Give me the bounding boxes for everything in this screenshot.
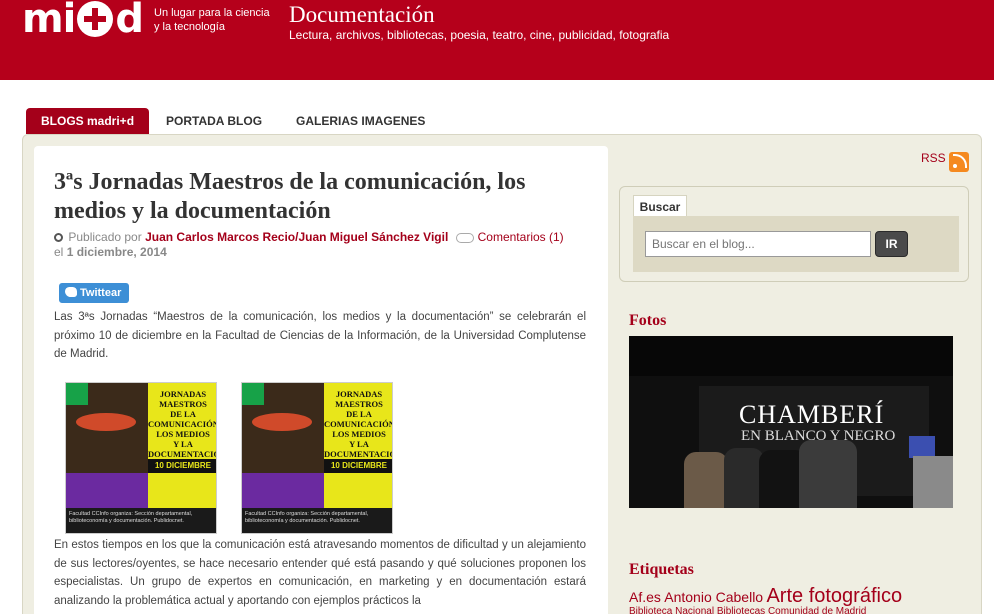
poster-line: MAESTROS — [335, 399, 383, 409]
search-tab: Buscar — [633, 195, 687, 217]
tag-link[interactable]: Af.es — [629, 589, 661, 605]
rss-icon[interactable] — [949, 152, 969, 172]
tagline-line2: y la tecnología — [154, 21, 225, 33]
tag-link[interactable]: Antonio Cabello — [664, 589, 763, 605]
nav-item-portada[interactable]: PORTADA BLOG — [149, 108, 279, 134]
post-meta: Publicado por Juan Carlos Marcos Recio/J… — [54, 230, 594, 260]
poster-text: JORNADAS MAESTROS DE LA COMUNICACIÓN LOS… — [324, 389, 393, 459]
poster-date: 10 DICIEMBRE 2014 — [148, 459, 216, 484]
photo-person — [684, 452, 728, 508]
poster-line: LOS MEDIOS — [332, 429, 386, 439]
date-prefix: el — [54, 245, 64, 259]
etiquetas-heading: Etiquetas — [629, 561, 694, 578]
poster-line: LOS MEDIOS — [156, 429, 210, 439]
logo-plus-icon — [77, 1, 114, 37]
featured-photo[interactable]: CHAMBERÍ EN BLANCO Y NEGRO — [629, 336, 953, 508]
poster-line: JORNADAS — [159, 389, 207, 399]
poster-eye — [252, 413, 312, 431]
twitter-bird-icon — [65, 287, 77, 297]
blog-subtitle: Lectura, archivos, bibliotecas, poesia, … — [289, 28, 670, 42]
poster-green-block — [66, 383, 88, 405]
post-article: 3ªs Jornadas Maestros de la comunicación… — [34, 146, 608, 614]
poster-image-1[interactable]: JORNADAS MAESTROS DE LA COMUNICACIÓN LOS… — [65, 382, 217, 534]
tweet-button[interactable]: Twittear — [59, 283, 129, 303]
tag-cloud-row2[interactable]: Biblioteca Nacional Bibliotecas Comunida… — [629, 606, 866, 614]
poster-line: Y LA — [173, 439, 193, 449]
photo-ceiling — [629, 336, 953, 376]
poster-date: 10 DICIEMBRE 2014 — [324, 459, 392, 484]
nav-item-blogs[interactable]: BLOGS madri+d — [26, 108, 150, 134]
logo-text-right: d — [115, 0, 144, 42]
comments-link[interactable]: Comentarios (1) — [478, 230, 564, 244]
tagline-line1: Un lugar para la ciencia — [154, 7, 270, 19]
author-icon — [54, 233, 63, 242]
poster-eye — [76, 413, 136, 431]
poster-footer: Facultad CCInfo organiza: Sección depart… — [242, 508, 392, 533]
post-title[interactable]: 3ªs Jornadas Maestros de la comunicación… — [54, 168, 594, 226]
tag-link[interactable]: Arte fotográfico — [766, 585, 902, 607]
site-tagline: Un lugar para la ciencia y la tecnología — [154, 6, 284, 34]
published-label: Publicado por — [68, 230, 142, 244]
rss-link[interactable]: RSS — [921, 151, 946, 165]
poster-line: DE LA — [170, 409, 196, 419]
search-submit-button[interactable]: IR — [875, 231, 908, 257]
poster-line: DOCUMENTACIÓN — [148, 449, 216, 459]
photo-person — [724, 448, 764, 508]
poster-footer: Facultad CCInfo organiza: Sección depart… — [66, 508, 216, 533]
tag-cloud: Af.es Antonio Cabello Arte fotográfico — [629, 585, 959, 608]
poster-line: Y LA — [349, 439, 369, 449]
poster-line: COMUNICACIÓN — [324, 419, 393, 429]
fotos-heading: Fotos — [629, 312, 667, 329]
poster-image-2[interactable]: JORNADAS MAESTROS DE LA COMUNICACIÓN LOS… — [241, 382, 393, 534]
post-paragraph-2: En estos tiempos en los que la comunicac… — [54, 539, 586, 607]
site-header: mi d Un lugar para la ciencia y la tecno… — [0, 0, 994, 80]
post-paragraph-1: Las 3ªs Jornadas “Maestros de la comunic… — [54, 311, 586, 360]
main-nav: BLOGS madri+d PORTADA BLOG GALERIAS IMAG… — [26, 108, 442, 134]
poster-green-block — [242, 383, 264, 405]
poster-text: JORNADAS MAESTROS DE LA COMUNICACIÓN LOS… — [148, 389, 217, 459]
tweet-label: Twittear — [80, 287, 122, 299]
search-input[interactable] — [645, 231, 871, 257]
poster-line: DE LA — [346, 409, 372, 419]
post-author-link[interactable]: Juan Carlos Marcos Recio/Juan Miguel Sán… — [145, 230, 448, 244]
poster-line: MAESTROS — [159, 399, 207, 409]
poster-line: COMUNICACIÓN — [148, 419, 217, 429]
poster-line: DOCUMENTACIÓN — [324, 449, 392, 459]
blog-title[interactable]: Documentación — [289, 2, 435, 28]
poster-line: JORNADAS — [335, 389, 383, 399]
photo-building — [913, 456, 953, 508]
comment-icon — [455, 233, 474, 243]
logo-text-left: mi — [22, 0, 76, 42]
site-logo[interactable]: mi d — [22, 0, 144, 42]
nav-item-galerias[interactable]: GALERIAS IMAGENES — [279, 108, 442, 134]
photo-banner-title: CHAMBERÍ — [739, 400, 885, 429]
photo-logo-sign — [909, 436, 935, 458]
post-date: 1 diciembre, 2014 — [66, 245, 167, 259]
photo-person — [799, 440, 857, 508]
